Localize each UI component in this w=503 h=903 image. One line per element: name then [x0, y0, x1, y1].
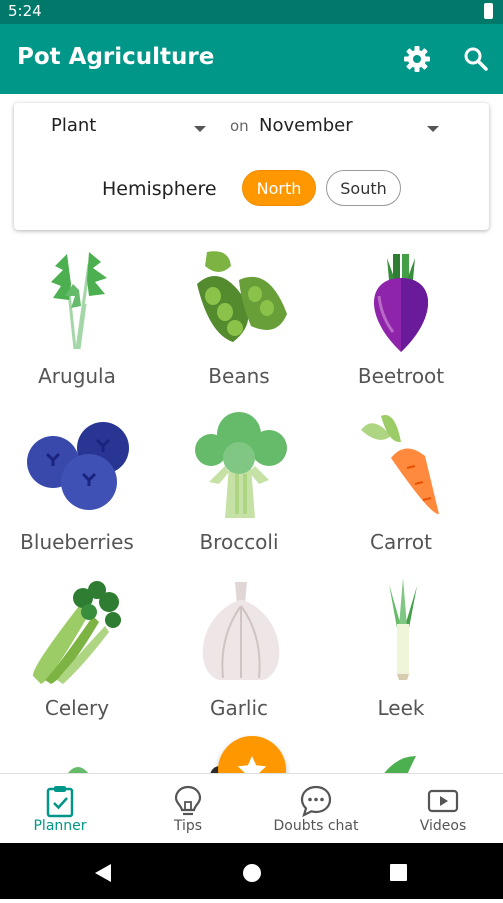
crop-label: Beetroot — [357, 364, 445, 388]
crop-item-broccoli[interactable]: Broccoli — [159, 404, 319, 570]
nav-label: Doubts chat — [273, 818, 359, 834]
month-dropdown-value: November — [259, 115, 353, 136]
garlic-icon — [202, 582, 280, 680]
crop-label: Beans — [208, 364, 270, 388]
system-nav-bar — [0, 843, 503, 899]
chevron-down-icon — [194, 126, 206, 132]
nav-videos[interactable]: Videos — [380, 774, 503, 844]
chat-bubble-icon — [300, 785, 332, 818]
action-dropdown-value: Plant — [51, 115, 97, 136]
crop-label: Arugula — [38, 364, 116, 388]
filter-card: Plant on November Hemisphere North South — [14, 103, 489, 230]
carrot-icon — [361, 415, 439, 515]
crop-item-celery[interactable]: Celery — [0, 570, 157, 736]
nav-label: Videos — [419, 818, 467, 834]
crop-label: Garlic — [209, 696, 269, 720]
crop-item-beans[interactable]: Beans — [159, 238, 319, 404]
crop-item-beetroot[interactable]: Beetroot — [321, 238, 481, 404]
play-video-icon — [427, 789, 459, 813]
crop-label: Leek — [377, 696, 425, 720]
crop-item-blueberries[interactable]: Blueberries — [0, 404, 157, 570]
south-button[interactable]: South — [326, 170, 401, 206]
crop-item-arugula[interactable]: Arugula — [0, 238, 157, 404]
battery-icon — [484, 3, 493, 19]
broccoli-icon — [195, 412, 287, 518]
north-button[interactable]: North — [242, 170, 316, 206]
crop-label: Broccoli — [199, 530, 279, 554]
nav-label: Tips — [173, 818, 203, 834]
action-dropdown[interactable]: Plant — [34, 109, 214, 145]
app-title: Pot Agriculture — [17, 44, 215, 70]
celery-icon — [32, 581, 121, 684]
status-bar: 5:24 — [0, 0, 503, 24]
beans-icon — [197, 251, 287, 342]
leek-icon — [389, 578, 417, 680]
crop-grid: Arugula Beans Beetroot Blueberries Brocc… — [0, 238, 503, 773]
app-bar: Pot Agriculture — [0, 24, 503, 94]
crop-item-carrot[interactable]: Carrot — [321, 404, 481, 570]
back-icon[interactable] — [95, 864, 111, 882]
on-label: on — [230, 117, 249, 135]
crop-item-leek[interactable]: Leek — [321, 570, 481, 736]
hemisphere-label: Hemisphere — [102, 178, 217, 200]
crop-label: Carrot — [370, 530, 432, 554]
bottom-nav: Planner Tips Doubts chat Videos — [0, 773, 503, 844]
crop-item-partial[interactable] — [374, 752, 420, 773]
crop-label: Celery — [44, 696, 110, 720]
nav-tips[interactable]: Tips — [125, 774, 251, 844]
search-icon[interactable] — [461, 44, 491, 74]
crop-label: Blueberries — [20, 530, 134, 554]
beetroot-icon — [373, 254, 429, 352]
gear-icon[interactable] — [402, 44, 432, 74]
crop-item-garlic[interactable]: Garlic — [159, 570, 319, 736]
lightbulb-icon — [174, 785, 202, 816]
blueberries-icon — [27, 422, 129, 510]
nav-label: Planner — [33, 818, 87, 834]
clipboard-check-icon — [46, 786, 74, 818]
nav-planner[interactable]: Planner — [0, 774, 123, 844]
recents-icon[interactable] — [390, 864, 407, 881]
nav-doubts-chat[interactable]: Doubts chat — [253, 774, 379, 844]
month-dropdown[interactable]: November — [254, 109, 454, 145]
arugula-icon — [51, 252, 107, 350]
crop-item-partial[interactable] — [60, 752, 96, 773]
chevron-down-icon — [427, 126, 439, 132]
home-icon[interactable] — [243, 864, 261, 882]
status-time: 5:24 — [8, 2, 42, 20]
